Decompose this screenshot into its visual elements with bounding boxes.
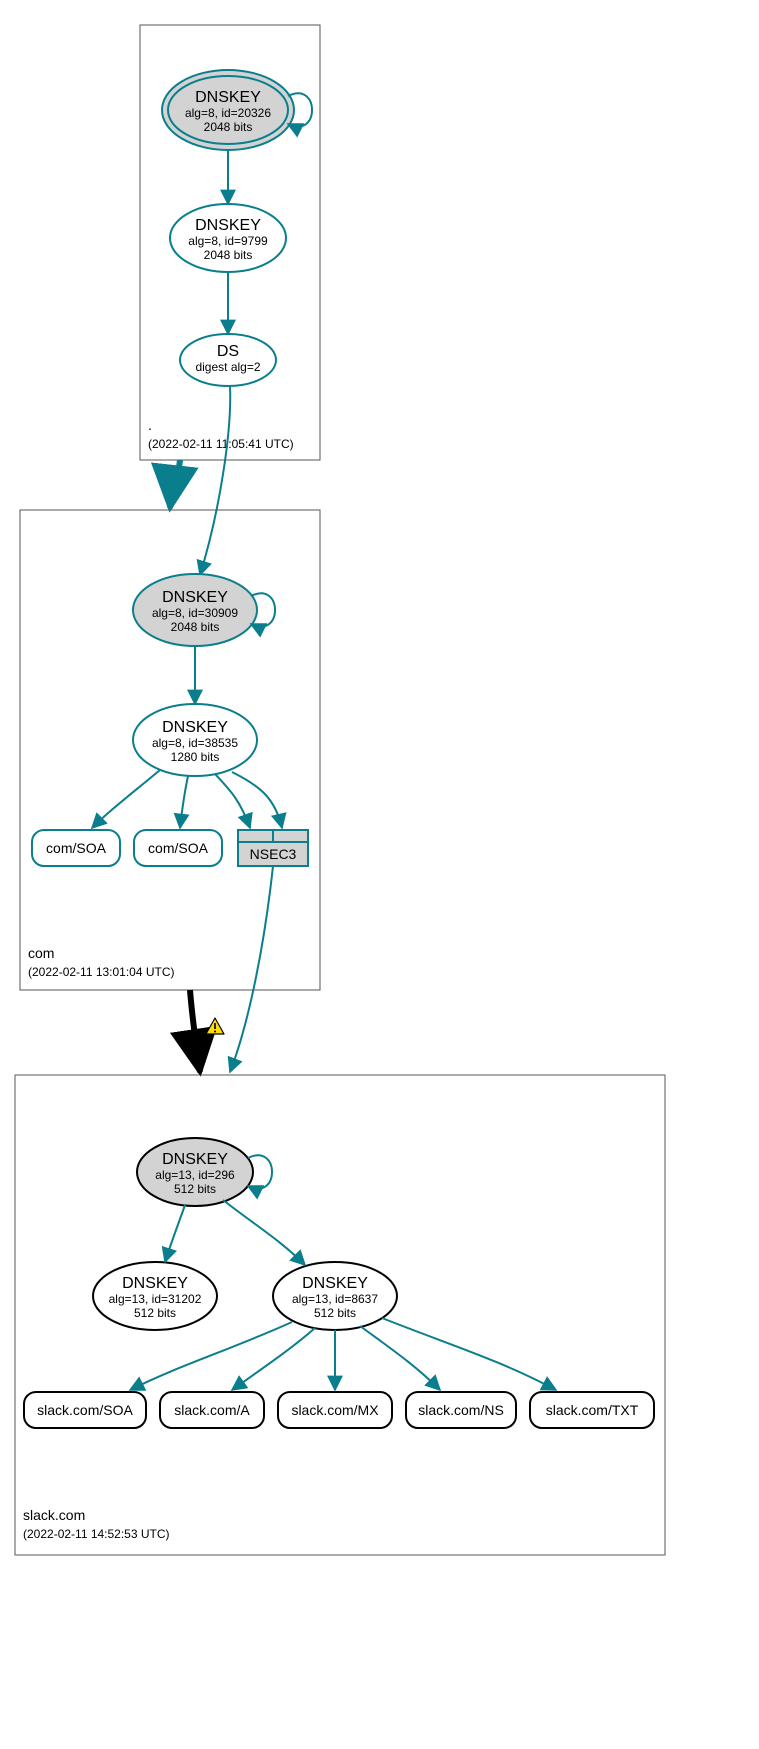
edge bbox=[92, 770, 160, 828]
node-sub1: alg=8, id=9799 bbox=[188, 234, 268, 248]
dnskey-slack-8637: DNSKEY alg=13, id=8637 512 bits bbox=[273, 1262, 397, 1330]
dnskey-com-30909: DNSKEY alg=8, id=30909 2048 bits bbox=[133, 574, 257, 646]
node-sub1: digest alg=2 bbox=[195, 360, 260, 374]
node-sub1: alg=8, id=38535 bbox=[152, 736, 238, 750]
node-title: DNSKEY bbox=[162, 589, 228, 606]
rr-label: com/SOA bbox=[148, 840, 209, 856]
zone-com: com (2022-02-11 13:01:04 UTC) DNSKEY alg… bbox=[20, 510, 320, 990]
zone-com-label: com bbox=[28, 945, 54, 961]
edge bbox=[180, 776, 188, 828]
node-sub2: 2048 bits bbox=[204, 120, 253, 134]
node-title: DNSKEY bbox=[195, 89, 261, 106]
node-title: DNSKEY bbox=[122, 1275, 188, 1292]
rr-label: slack.com/NS bbox=[418, 1402, 504, 1418]
dnskey-com-38535: DNSKEY alg=8, id=38535 1280 bits bbox=[133, 704, 257, 776]
edge bbox=[215, 774, 250, 828]
edge bbox=[223, 1200, 305, 1265]
rr-slack-mx: slack.com/MX bbox=[278, 1392, 392, 1428]
node-sub1: alg=8, id=20326 bbox=[185, 106, 271, 120]
zone-slack: slack.com (2022-02-11 14:52:53 UTC) DNSK… bbox=[15, 1075, 665, 1555]
node-sub2: 512 bits bbox=[134, 1306, 176, 1320]
edge bbox=[165, 1205, 185, 1262]
node-title: DNSKEY bbox=[302, 1275, 368, 1292]
dnssec-diagram: . (2022-02-11 11:05:41 UTC) DNSKEY alg=8… bbox=[0, 0, 759, 1749]
node-title: DNSKEY bbox=[195, 217, 261, 234]
rr-slack-a: slack.com/A bbox=[160, 1392, 264, 1428]
rr-label: NSEC3 bbox=[250, 846, 297, 862]
edge bbox=[232, 772, 282, 828]
edge-nsec3-to-slack bbox=[230, 866, 273, 1072]
rr-slack-txt: slack.com/TXT bbox=[530, 1392, 654, 1428]
edge bbox=[382, 1318, 556, 1390]
rr-label: slack.com/MX bbox=[291, 1402, 379, 1418]
node-sub1: alg=8, id=30909 bbox=[152, 606, 238, 620]
node-sub2: 2048 bits bbox=[204, 248, 253, 262]
dnskey-root-20326: DNSKEY alg=8, id=20326 2048 bits bbox=[162, 70, 294, 150]
edge bbox=[232, 1328, 315, 1390]
rr-com-soa-2: com/SOA bbox=[134, 830, 222, 866]
node-sub2: 512 bits bbox=[174, 1182, 216, 1196]
node-sub1: alg=13, id=296 bbox=[155, 1168, 235, 1182]
zone-com-timestamp: (2022-02-11 13:01:04 UTC) bbox=[28, 965, 175, 979]
rr-com-nsec3: NSEC3 bbox=[238, 830, 308, 866]
zone-slack-label: slack.com bbox=[23, 1507, 85, 1523]
edge-ds-to-com-ksk bbox=[200, 386, 230, 575]
rr-label: slack.com/TXT bbox=[546, 1402, 639, 1418]
ds-root: DS digest alg=2 bbox=[180, 334, 276, 386]
node-sub2: 2048 bits bbox=[171, 620, 220, 634]
node-sub2: 512 bits bbox=[314, 1306, 356, 1320]
node-sub2: 1280 bits bbox=[171, 750, 220, 764]
node-sub1: alg=13, id=31202 bbox=[109, 1292, 202, 1306]
zone-root-label: . bbox=[148, 417, 152, 433]
rr-slack-ns: slack.com/NS bbox=[406, 1392, 516, 1428]
zone-slack-timestamp: (2022-02-11 14:52:53 UTC) bbox=[23, 1527, 170, 1541]
rr-label: slack.com/A bbox=[174, 1402, 250, 1418]
node-sub1: alg=13, id=8637 bbox=[292, 1292, 378, 1306]
dnskey-root-9799: DNSKEY alg=8, id=9799 2048 bits bbox=[170, 204, 286, 272]
zone-root-timestamp: (2022-02-11 11:05:41 UTC) bbox=[148, 437, 294, 451]
warning-icon bbox=[206, 1018, 224, 1034]
edge bbox=[130, 1322, 292, 1390]
rr-label: com/SOA bbox=[46, 840, 107, 856]
dnskey-slack-296: DNSKEY alg=13, id=296 512 bits bbox=[137, 1138, 253, 1206]
node-title: DNSKEY bbox=[162, 1151, 228, 1168]
rr-slack-soa: slack.com/SOA bbox=[24, 1392, 146, 1428]
rr-label: slack.com/SOA bbox=[37, 1402, 133, 1418]
rr-com-soa-1: com/SOA bbox=[32, 830, 120, 866]
edge-delegation-root-com bbox=[170, 460, 180, 508]
node-title: DS bbox=[217, 343, 239, 360]
node-title: DNSKEY bbox=[162, 719, 228, 736]
dnskey-slack-31202: DNSKEY alg=13, id=31202 512 bits bbox=[93, 1262, 217, 1330]
edge-delegation-com-slack bbox=[190, 990, 200, 1072]
